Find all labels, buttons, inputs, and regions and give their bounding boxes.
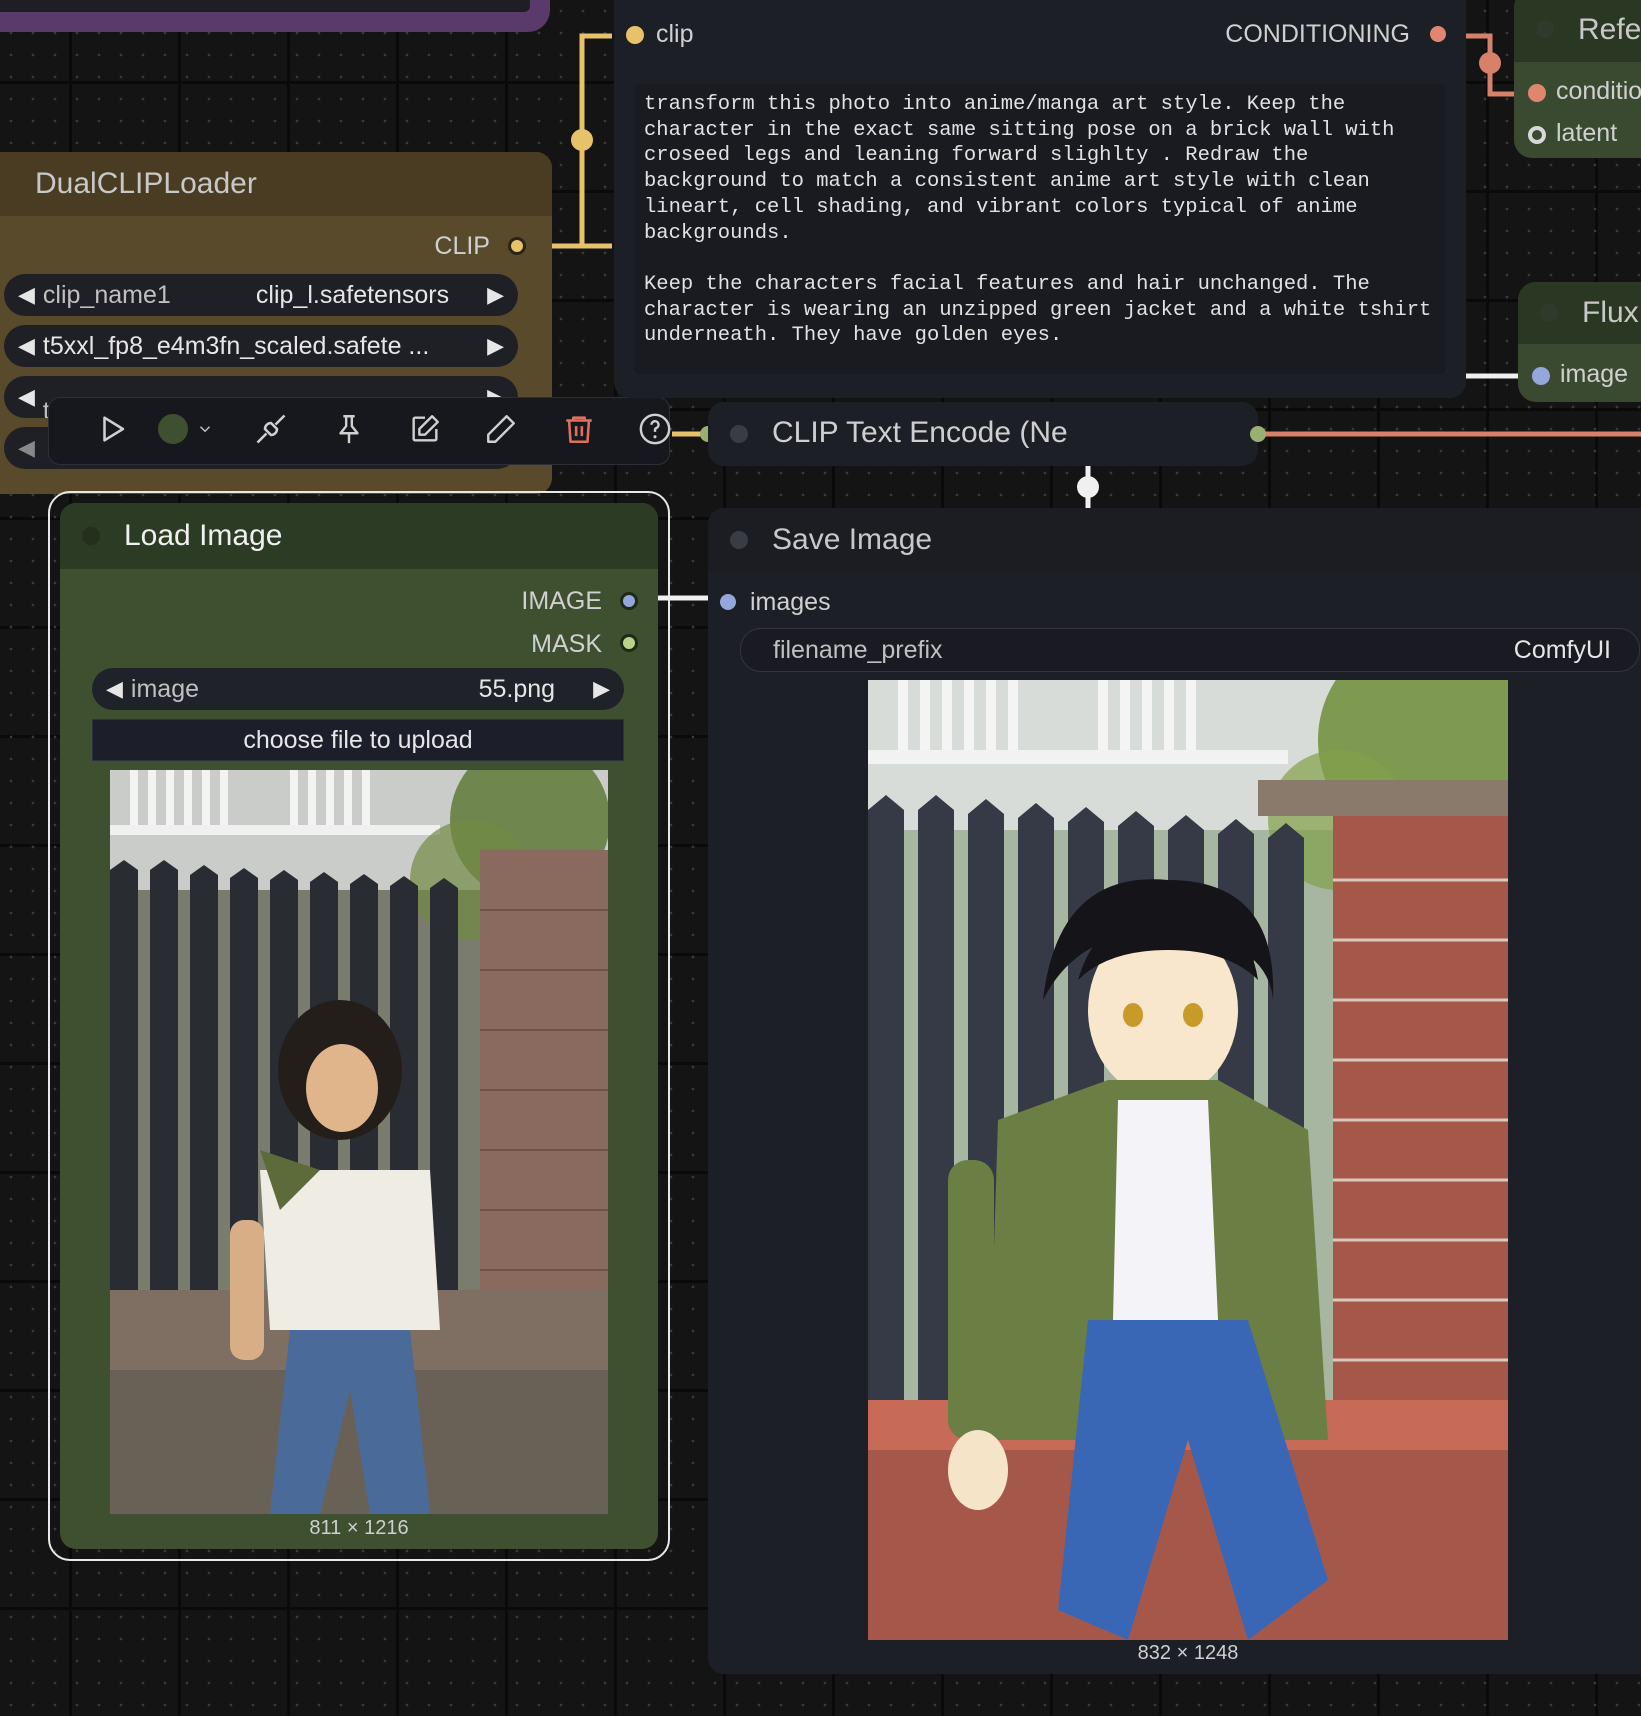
image-label: image bbox=[130, 674, 200, 703]
collapsed-output-slot[interactable] bbox=[1250, 426, 1266, 442]
clip-name1-combo[interactable]: ◀ clip_name1 clip_l.safetensors ▶ bbox=[4, 274, 518, 316]
conditioning-link-midpoint[interactable] bbox=[1479, 52, 1501, 74]
encode-down-midpoint[interactable] bbox=[1077, 476, 1099, 498]
clip-output-slot[interactable] bbox=[508, 237, 526, 255]
clip-text-encode-node[interactable]: clip CONDITIONING transform this photo i… bbox=[614, 0, 1466, 398]
image-combo[interactable]: ◀ image 55.png ▶ bbox=[92, 668, 624, 710]
conditioning-output-slot[interactable] bbox=[1430, 26, 1446, 42]
image-output-slot[interactable] bbox=[620, 592, 638, 610]
reference-node[interactable]: Refe conditio latent bbox=[1514, 0, 1641, 158]
clip-output-label: CLIP bbox=[434, 232, 490, 260]
filename-prefix-value: ComfyUI bbox=[1513, 635, 1611, 664]
flux-image-label: image bbox=[1560, 360, 1629, 388]
output-image-preview bbox=[868, 680, 1508, 1640]
clip-name1-label: clip_name1 bbox=[42, 280, 171, 309]
clip-name1-value: clip_l.safetensors bbox=[255, 280, 450, 309]
flux-title-bar[interactable]: Flux bbox=[1518, 282, 1641, 344]
clip-input-slot[interactable] bbox=[626, 26, 644, 44]
input-photo-preview bbox=[110, 770, 608, 1514]
load-image-node[interactable]: Load Image IMAGE MASK ◀ image 55.png ▶ c… bbox=[60, 503, 658, 1549]
color-dot-icon bbox=[158, 414, 188, 444]
flux-node[interactable]: Flux image bbox=[1518, 282, 1641, 402]
clip-name1-next-icon[interactable]: ▶ bbox=[487, 282, 504, 308]
flux-collapse-icon[interactable] bbox=[1540, 304, 1558, 322]
clip-name1-prev-icon[interactable]: ◀ bbox=[18, 282, 35, 308]
output-image-dimensions: 832 × 1248 bbox=[1137, 1642, 1239, 1664]
color-button[interactable] bbox=[141, 398, 231, 460]
run-button[interactable] bbox=[85, 398, 141, 460]
clip-text-encode-collapsed-title: CLIP Text Encode (Ne bbox=[772, 416, 1068, 449]
mask-output-label: MASK bbox=[531, 630, 602, 658]
reference-latent-label: latent bbox=[1556, 119, 1618, 147]
images-input-label: images bbox=[750, 588, 831, 616]
collapse-toggle-icon[interactable] bbox=[730, 425, 748, 443]
chevron-down-icon bbox=[199, 426, 211, 433]
image-next-icon[interactable]: ▶ bbox=[593, 676, 610, 702]
images-input-slot[interactable] bbox=[720, 594, 736, 610]
clip-name2-value: t5xxl_fp8_e4m3fn_scaled.safete ... bbox=[42, 331, 430, 360]
image-output-label: IMAGE bbox=[521, 587, 602, 615]
dual-clip-loader-title: DualCLIPLoader bbox=[35, 167, 257, 200]
reference-title-bar[interactable]: Refe bbox=[1514, 0, 1641, 62]
save-image-title-bar[interactable]: Save Image bbox=[708, 508, 1641, 572]
help-button[interactable] bbox=[627, 398, 683, 460]
conditioning-output-label: CONDITIONING bbox=[1225, 20, 1410, 48]
clip-name2-next-icon[interactable]: ▶ bbox=[487, 333, 504, 359]
load-image-title: Load Image bbox=[124, 519, 283, 552]
reference-collapse-icon[interactable] bbox=[1536, 20, 1554, 38]
mask-output-slot[interactable] bbox=[620, 634, 638, 652]
play-icon bbox=[103, 416, 125, 442]
purple-node-body bbox=[0, 0, 530, 12]
prompt-textarea[interactable]: transform this photo into anime/manga ar… bbox=[634, 84, 1446, 374]
image-value: 55.png bbox=[478, 674, 556, 703]
flux-image-slot[interactable] bbox=[1532, 367, 1550, 385]
purple-node-fragment[interactable] bbox=[0, 0, 550, 32]
load-image-collapse-icon[interactable] bbox=[82, 527, 100, 545]
dual-clip-loader-title-bar[interactable]: DualCLIPLoader bbox=[0, 152, 552, 216]
save-image-title: Save Image bbox=[772, 523, 933, 556]
flux-title: Flux bbox=[1582, 296, 1639, 329]
pencil-button[interactable] bbox=[473, 398, 529, 460]
node-toolbar bbox=[48, 397, 671, 465]
help-icon bbox=[639, 413, 671, 445]
clip-link-midpoint[interactable] bbox=[571, 129, 593, 151]
save-image-node[interactable]: Save Image images filename_prefix ComfyU… bbox=[708, 508, 1641, 1674]
input-image-dimensions: 811 × 1216 bbox=[309, 1517, 409, 1539]
clip-name2-prev-icon[interactable]: ◀ bbox=[18, 333, 35, 359]
reference-latent-slot[interactable] bbox=[1528, 126, 1546, 144]
save-image-collapse-icon[interactable] bbox=[730, 531, 748, 549]
device-prev-icon[interactable]: ◀ bbox=[18, 435, 35, 461]
filename-prefix-field[interactable]: filename_prefix ComfyUI bbox=[740, 628, 1640, 672]
upload-button-label: choose file to upload bbox=[243, 725, 473, 754]
reference-conditioning-label: conditio bbox=[1556, 77, 1641, 105]
trash-icon bbox=[566, 416, 592, 444]
image-prev-icon[interactable]: ◀ bbox=[106, 676, 123, 702]
pencil-icon bbox=[487, 415, 515, 443]
edit-button[interactable] bbox=[397, 398, 453, 460]
clip-name2-combo[interactable]: ◀ t5xxl_fp8_e4m3fn_scaled.safete ... ▶ bbox=[4, 325, 518, 367]
reference-title: Refe bbox=[1578, 13, 1641, 46]
graph-canvas[interactable]: DualCLIPLoader CLIP ◀ clip_name1 clip_l.… bbox=[0, 0, 1641, 1716]
prompt-text: transform this photo into anime/manga ar… bbox=[644, 93, 1432, 348]
delete-button[interactable] bbox=[551, 398, 607, 460]
edit-icon bbox=[412, 415, 439, 442]
reference-conditioning-slot[interactable] bbox=[1528, 84, 1546, 102]
filename-prefix-label: filename_prefix bbox=[773, 635, 943, 664]
pin-icon bbox=[339, 415, 359, 444]
upload-button[interactable]: choose file to upload bbox=[92, 719, 624, 761]
load-image-title-bar[interactable]: Load Image bbox=[60, 503, 658, 569]
bypass-button[interactable] bbox=[243, 398, 299, 460]
type-prev-icon[interactable]: ◀ bbox=[18, 384, 35, 410]
bypass-icon bbox=[256, 414, 286, 444]
clip-input-label: clip bbox=[656, 20, 694, 48]
pin-button[interactable] bbox=[321, 398, 377, 460]
clip-text-encode-collapsed-node[interactable]: CLIP Text Encode (Ne bbox=[708, 402, 1266, 466]
